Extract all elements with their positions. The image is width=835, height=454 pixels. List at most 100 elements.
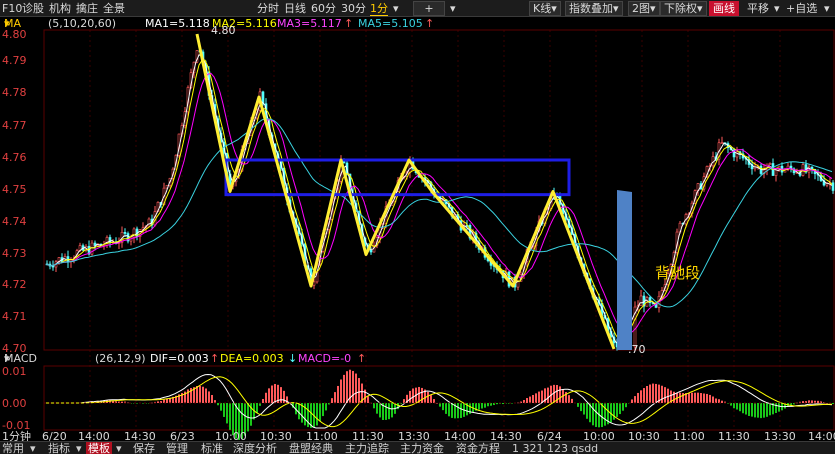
- macd-bar: [442, 403, 444, 411]
- macd-bar: [208, 391, 210, 403]
- macd-bar: [616, 403, 618, 417]
- macd-bar: [604, 403, 606, 426]
- tab-user-template[interactable]: 1 321 123 qsdd: [512, 442, 598, 454]
- macd-bar: [265, 392, 267, 403]
- macd-bar: [355, 373, 357, 403]
- divergence-annotation: 背驰段: [655, 264, 701, 282]
- tab-classic[interactable]: 盘盟经典: [289, 442, 333, 454]
- macd-bar: [592, 403, 594, 426]
- tab-standard[interactable]: 标准: [201, 442, 223, 454]
- macd-bar: [796, 402, 798, 404]
- macd-bar: [778, 403, 780, 412]
- macd-bar: [409, 390, 411, 403]
- macd-bar: [319, 403, 321, 422]
- chart-canvas[interactable]: [0, 0, 835, 454]
- candle-body: [720, 142, 724, 144]
- common-menu[interactable]: 常用: [2, 442, 24, 454]
- macd-bar: [262, 398, 264, 403]
- macd-bar: [742, 403, 744, 414]
- macd-bar: [715, 398, 717, 403]
- macd-bar: [121, 401, 123, 403]
- wave-zigzag-line: [195, 33, 616, 350]
- indicator-menu[interactable]: 指标: [48, 442, 70, 454]
- template-dropdown-icon[interactable]: ▾: [116, 442, 122, 454]
- macd-bar: [346, 371, 348, 403]
- macd-bar: [763, 403, 765, 418]
- macd-value: MACD=-0: [298, 352, 352, 365]
- macd-bar: [211, 395, 213, 403]
- macd-bar: [586, 403, 588, 419]
- macd-bar: [727, 403, 729, 404]
- macd-bar: [826, 402, 828, 404]
- macd-bar: [511, 403, 513, 404]
- macd-bar: [580, 403, 582, 412]
- macd-bar: [535, 393, 537, 403]
- macd-bar: [640, 390, 642, 403]
- macd-bar: [391, 403, 393, 418]
- macd-bar: [187, 389, 189, 403]
- macd-bar: [601, 403, 603, 428]
- macd-bar: [517, 402, 519, 404]
- macd-bar: [316, 403, 318, 426]
- macd-bar: [652, 383, 654, 403]
- macd-bar: [451, 403, 453, 418]
- macd-bar: [733, 403, 735, 409]
- bottom-toolbar: 常用 ▾ 指标 ▾ 模板 ▾ 保存 管理 标准 深度分析 盘盟经典 主力追踪 主…: [0, 441, 835, 454]
- dif-value: DIF=0.003: [150, 352, 209, 365]
- tab-deep-analysis[interactable]: 深度分析: [233, 442, 277, 454]
- dif-arrow-icon: ↑: [210, 352, 220, 365]
- candle-body: [768, 163, 772, 165]
- tab-fund-equation[interactable]: 资金方程: [456, 442, 500, 454]
- macd-bar: [664, 387, 666, 403]
- macd-bar: [649, 384, 651, 403]
- macd-tick: 0.01: [2, 365, 27, 378]
- macd-bar: [634, 396, 636, 403]
- macd-bar: [802, 401, 804, 403]
- manage-button[interactable]: 管理: [166, 442, 188, 454]
- macd-bar: [571, 398, 573, 403]
- macd-bar: [502, 403, 504, 405]
- macd-bar: [688, 393, 690, 403]
- chevron-down-icon: ▾: [4, 352, 10, 365]
- template-menu[interactable]: 模板: [86, 442, 112, 454]
- macd-bar: [304, 403, 306, 426]
- indicator-dropdown-icon[interactable]: ▾: [76, 442, 82, 454]
- macd-bar: [691, 392, 693, 403]
- macd-bar: [538, 391, 540, 403]
- macd-bar: [736, 403, 738, 410]
- candle-body: [123, 232, 127, 234]
- macd-bar: [157, 401, 159, 403]
- common-dropdown-icon[interactable]: ▾: [30, 442, 36, 454]
- macd-bar: [832, 403, 834, 404]
- macd-bar: [226, 403, 228, 424]
- macd-bar: [268, 388, 270, 403]
- macd-bar: [322, 403, 324, 417]
- candle-body: [639, 295, 643, 307]
- macd-bar: [541, 390, 543, 403]
- candle-body: [147, 218, 151, 227]
- macd-bar: [748, 403, 750, 416]
- macd-bar: [271, 385, 273, 403]
- macd-bar: [298, 403, 300, 420]
- candle-body: [369, 249, 373, 253]
- macd-bar: [433, 399, 435, 403]
- macd-bar: [136, 403, 138, 404]
- macd-bar: [421, 387, 423, 403]
- macd-bar: [703, 393, 705, 403]
- macd-bar: [754, 403, 756, 418]
- macd-bar: [388, 403, 390, 420]
- macd-bar: [151, 402, 153, 404]
- macd-bar: [343, 374, 345, 403]
- macd-bar: [484, 403, 486, 408]
- macd-bar: [568, 395, 570, 403]
- tab-main-force-tracking[interactable]: 主力追踪: [345, 442, 389, 454]
- macd-bar: [709, 394, 711, 403]
- tab-main-force-funds[interactable]: 主力资金: [400, 442, 444, 454]
- macd-bar: [205, 388, 207, 403]
- divergence-marker-bar: [617, 190, 632, 350]
- save-button[interactable]: 保存: [133, 442, 155, 454]
- macd-bar: [445, 403, 447, 414]
- macd-bar: [478, 403, 480, 410]
- macd-bar: [367, 396, 369, 403]
- candle-body: [831, 182, 835, 191]
